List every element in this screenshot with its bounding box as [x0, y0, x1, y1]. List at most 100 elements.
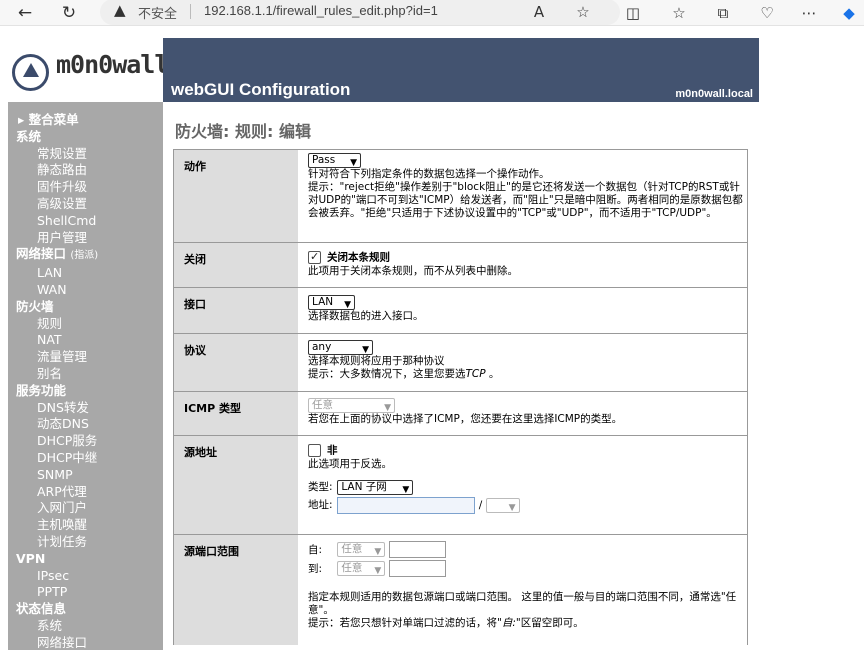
url-separator [190, 4, 191, 19]
action-hint: 提示："reject拒绝"操作差别于"block阻止"的是它还将发送一个数据包（… [308, 181, 743, 219]
sidebar-item[interactable]: DHCP中继 [8, 450, 163, 467]
copilot-icon[interactable]: ◆ [838, 2, 860, 24]
protocol-hint-prefix: 提示：大多数情况下，这里您要选 [308, 368, 466, 380]
sidebar-item[interactable]: ARP代理 [8, 484, 163, 501]
sidebar-toggle[interactable]: ▸ 整合菜单 [8, 112, 163, 129]
row-interface: 接口 LAN ▼ 选择数据包的进入接口。 [174, 288, 748, 334]
split-screen-icon[interactable]: ◫ [622, 2, 644, 24]
disable-rule-checkbox-label: 关闭本条规则 [327, 251, 390, 264]
source-mask-select[interactable]: ▼ [485, 497, 520, 513]
action-label: 动作 [174, 150, 298, 242]
sidebar-item[interactable]: WAN [8, 282, 163, 299]
sidebar-item[interactable]: SNMP [8, 467, 163, 484]
src-port-from-input[interactable] [388, 541, 446, 558]
page: m0n0wall webGUI Configuration m0n0wall.l… [0, 26, 864, 650]
favorites-icon[interactable]: ☆ [668, 2, 690, 24]
source-label: 源地址 [174, 436, 298, 534]
collections-icon[interactable]: ⧉ [712, 2, 734, 24]
sidebar-item[interactable]: 主机唤醒 [8, 517, 163, 534]
action-select[interactable]: Pass ▼ [308, 153, 361, 168]
row-source-port: 源端口范围 自: 任意 ▼ 到: 任意 ▼ 指定本规则适用的数据包源端口或端口范围。… [174, 535, 748, 645]
src-port-from-value: 任意 [341, 543, 363, 555]
src-port-to-input[interactable] [388, 560, 446, 577]
row-protocol: 协议 any ▼ 选择本规则将应用于那种协议 提示：大多数情况下，这里您要选TCP… [174, 334, 748, 392]
refresh-icon[interactable]: ↻ [58, 2, 80, 24]
header-title: webGUI Configuration [171, 80, 351, 99]
favorite-star-icon[interactable]: ☆ [572, 1, 594, 23]
page-title: 防火墙: 规则: 编辑 [175, 122, 311, 141]
sidebar-item[interactable]: 常规设置 [8, 146, 163, 163]
protocol-select[interactable]: any ▼ [308, 340, 373, 355]
sidebar-item[interactable]: 流量管理 [8, 349, 163, 366]
source-not-desc: 此选项用于反选。 [308, 457, 392, 470]
source-type-select-value: LAN 子网 [341, 480, 387, 493]
sidebar-item[interactable]: NAT [8, 332, 163, 349]
insecure-label[interactable]: 不安全 [138, 3, 177, 22]
sidebar-item[interactable]: 高级设置 [8, 196, 163, 213]
header-hostname: m0n0wall.local [675, 88, 753, 100]
sidebar-item[interactable]: 网络接口 [8, 635, 163, 652]
sidebar-sections: 系统 常规设置 静态路由 固件升级 高级设置 ShellCmd 用户管理 网络接口 (指派) L… [8, 129, 163, 652]
url-text[interactable]: 192.168.1.1/firewall_rules_edit.php?id=1 [204, 3, 438, 18]
source-address-label: 地址: [308, 499, 333, 511]
row-source: 源地址 非 此选项用于反选。 类型: LAN 子网 ▼ 地址: / ▼ [174, 436, 748, 535]
sidebar-item[interactable]: 计划任务 [8, 534, 163, 551]
icmp-type-desc: 若您在上面的协议中选择了ICMP，您还要在这里选择ICMP的类型。 [308, 413, 623, 425]
sidebar-item[interactable]: 用户管理 [8, 230, 163, 247]
sidebar-item[interactable]: 动态DNS [8, 416, 163, 433]
interface-select[interactable]: LAN ▼ [308, 295, 355, 310]
chevron-down-icon: ▼ [344, 300, 351, 310]
src-port-hint-prefix: 提示：若您只想针对单端口过滤的话，将" [308, 617, 502, 629]
disable-rule-checkbox[interactable] [308, 250, 321, 264]
chevron-down-icon: ▼ [384, 403, 391, 413]
address-bar[interactable]: ▲ 不安全 192.168.1.1/firewall_rules_edit.ph… [100, 0, 620, 25]
sidebar-item[interactable]: PPTP [8, 584, 163, 601]
more-icon[interactable]: ⋯ [798, 2, 820, 24]
src-port-to-select[interactable]: 任意 ▼ [337, 561, 386, 576]
protocol-select-value: any [312, 341, 332, 353]
src-port-hint-suffix: "区留空即可。 [515, 617, 584, 629]
sidebar-item[interactable]: 静态路由 [8, 162, 163, 179]
back-icon[interactable]: ← [14, 2, 36, 24]
sidebar-category-title: 服务功能 [16, 382, 67, 398]
src-port-to-value: 任意 [341, 562, 363, 574]
src-port-from-label: 自: [308, 543, 323, 556]
sidebar-item[interactable]: DNS转发 [8, 400, 163, 417]
chevron-down-icon: ▼ [402, 484, 410, 495]
source-type-select[interactable]: LAN 子网 ▼ [337, 479, 414, 495]
sidebar-item[interactable]: IPsec [8, 568, 163, 585]
sidebar-category: 系统 [8, 129, 163, 146]
interface-select-value: LAN [312, 296, 334, 308]
sidebar-category: 服务功能 [8, 383, 163, 400]
sidebar-item[interactable]: LAN [8, 265, 163, 282]
warning-icon[interactable]: ▲ [114, 1, 126, 19]
chevron-down-icon: ▼ [374, 547, 382, 557]
chevron-down-icon: ▼ [508, 502, 516, 513]
source-port-label: 源端口范围 [174, 535, 298, 645]
sidebar-category: 网络接口 (指派) [8, 246, 163, 265]
extension-icon[interactable]: ♡ [756, 2, 778, 24]
chevron-down-icon: ▼ [362, 345, 369, 355]
interface-label: 接口 [174, 288, 298, 333]
sidebar-item[interactable]: DHCP服务 [8, 433, 163, 450]
source-address-input[interactable] [337, 496, 476, 514]
logo-emblem-icon [12, 54, 49, 91]
protocol-label: 协议 [174, 334, 298, 391]
logo-text: m0n0wall [56, 50, 169, 79]
source-not-checkbox[interactable] [308, 444, 321, 457]
sidebar-item[interactable]: ShellCmd [8, 213, 163, 230]
icmp-type-select[interactable]: 任意 ▼ [308, 398, 395, 413]
sidebar-item[interactable]: 规则 [8, 316, 163, 333]
src-port-desc: 指定本规则适用的数据包源端口或端口范围。 这里的值一般与目的端口范围不同，通常选… [308, 591, 737, 616]
read-aloud-icon[interactable]: A [528, 1, 550, 23]
disabled-label: 关闭 [174, 243, 298, 287]
src-port-from-select[interactable]: 任意 ▼ [337, 542, 386, 557]
sidebar-item[interactable]: 固件升级 [8, 179, 163, 196]
row-action: 动作 Pass ▼ 针对符合下列指定条件的数据包选择一个操作动作。 提示："rej… [174, 150, 748, 243]
sidebar-item[interactable]: 入网门户 [8, 500, 163, 517]
protocol-hint-em: TCP [465, 368, 486, 380]
sidebar: ▸ 整合菜单 系统 常规设置 静态路由 固件升级 高级设置 ShellCmd 用户管理 网络接… [8, 102, 163, 650]
sidebar-item[interactable]: 别名 [8, 366, 163, 383]
sidebar-item[interactable]: 系统 [8, 618, 163, 635]
src-port-hint-em: 自: [501, 617, 516, 629]
